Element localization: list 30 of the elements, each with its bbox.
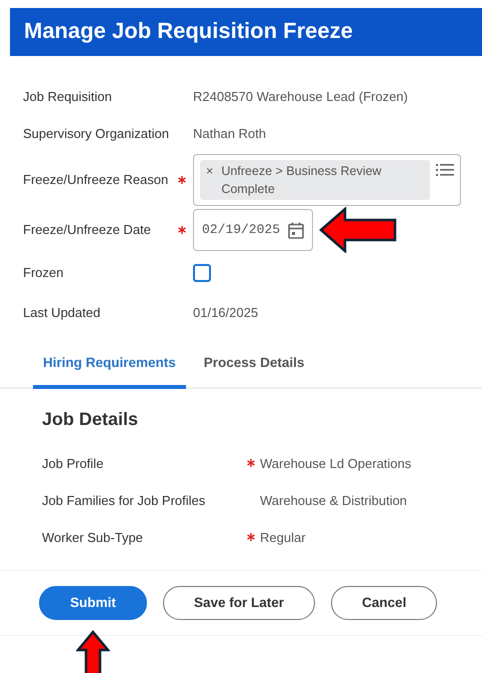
tab[interactable]: Process Details — [194, 343, 314, 390]
action-button[interactable]: Save for Later — [163, 586, 316, 620]
field-value: 01/16/2025 — [193, 304, 258, 322]
tab[interactable]: Hiring Requirements — [33, 343, 186, 390]
field-label: Job Requisition — [23, 88, 112, 104]
checkbox[interactable] — [193, 264, 211, 282]
list-icon[interactable] — [436, 163, 454, 177]
field-value: Warehouse & Distribution — [260, 492, 407, 510]
field-value: Regular — [260, 528, 306, 547]
selected-value: Unfreeze > Business Review Complete — [221, 163, 382, 198]
field-label: Job Families for Job Profiles — [42, 492, 206, 508]
field-label: Job Profile — [42, 456, 104, 471]
action-button[interactable]: Cancel — [331, 586, 438, 620]
page-title: Manage Job Requisition Freeze — [24, 18, 353, 43]
field-label: Supervisory Organization — [23, 126, 169, 141]
field-label: Worker Sub-Type — [42, 530, 143, 545]
submit-button[interactable]: Submit — [39, 586, 147, 620]
date-value: 02/19/2025 — [202, 221, 280, 240]
remove-icon[interactable]: × — [206, 162, 214, 198]
field-value: Nathan Roth — [193, 124, 266, 143]
field-value: Warehouse Ld Operations — [260, 454, 412, 473]
multiselect-field[interactable]: × Unfreeze > Business Review Complete — [193, 154, 461, 206]
field-label: Freeze/Unfreeze Reason — [23, 172, 168, 188]
date-field[interactable]: 02/19/2025 — [193, 209, 314, 251]
calendar-icon[interactable] — [288, 222, 304, 238]
section-title: Job Details — [42, 409, 140, 431]
field-label: Freeze/Unfreeze Date — [23, 222, 151, 238]
field-value: R2408570 Warehouse Lead (Frozen) — [193, 88, 408, 106]
field-label: Last Updated — [23, 304, 100, 320]
field-label: Frozen — [23, 265, 64, 280]
